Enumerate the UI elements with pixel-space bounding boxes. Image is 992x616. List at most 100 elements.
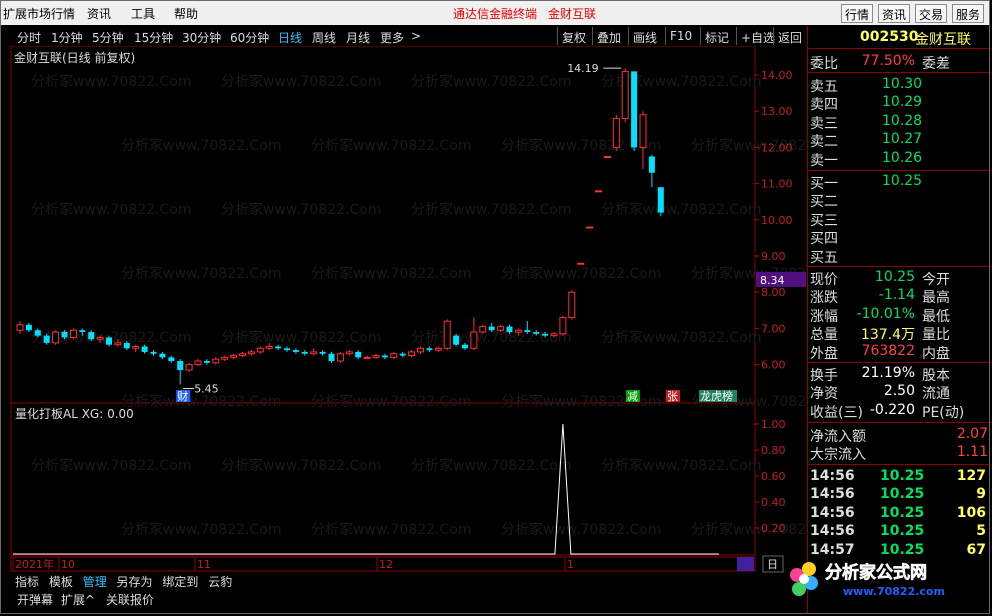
candle-body — [381, 355, 388, 358]
candle-body — [310, 351, 318, 355]
stat-row: 外盘 763822 内盘 — [810, 343, 989, 362]
stat-label: 涨跌 — [810, 290, 838, 307]
tick-price: 10.25 — [880, 504, 925, 521]
ask-price: 10.26 — [882, 149, 923, 166]
candle-body — [221, 356, 229, 360]
tf-1min[interactable]: 1分钟 — [51, 29, 83, 46]
service-button[interactable]: 服务 — [952, 4, 985, 23]
related-quote-toggle[interactable]: 关联报价 — [106, 591, 154, 608]
watermark-text: 分析家www.70822.Com — [121, 137, 281, 154]
indicator-tabs: 指标 模板 管理 另存为 绑定到 云豹 — [15, 573, 238, 590]
tab-cloud[interactable]: 云豹 — [208, 575, 232, 589]
stock-code: 002530 — [860, 29, 919, 45]
ask-row: 卖三 10.28 — [810, 112, 989, 132]
tab-save-as[interactable]: 另存为 — [117, 575, 153, 589]
tick-price: 10.25 — [880, 468, 925, 484]
weibi-value: 77.50% — [861, 53, 915, 69]
watermark-text: 分析家www.70822.Com — [31, 73, 191, 90]
overlay-button[interactable]: 叠加 — [592, 27, 625, 45]
tab-template[interactable]: 模板 — [49, 575, 73, 589]
stat2-label: 净资 — [810, 386, 838, 403]
candle-body — [470, 331, 478, 349]
watermark-text: 分析家www.70822.Com — [501, 521, 661, 538]
back-button[interactable]: 返回 — [773, 27, 806, 45]
tick-time: 14:56 — [810, 523, 855, 540]
date-axis-label: 1 — [567, 558, 574, 571]
tick-volume: 106 — [956, 504, 986, 521]
menu-help[interactable]: 帮助 — [174, 5, 198, 22]
watermark-text: 分析家www.70822.Com — [311, 137, 471, 154]
stock-header: 002530 金财互联 — [810, 29, 989, 48]
tab-bind-to[interactable]: 绑定到 — [162, 575, 198, 589]
candle-body — [319, 351, 326, 354]
candle-body — [96, 336, 104, 340]
candle-body — [488, 326, 495, 331]
adjust-button[interactable]: 复权 — [557, 27, 590, 45]
stat2-value: 21.19% — [861, 365, 915, 381]
tf-more[interactable]: 更多 — [380, 29, 404, 46]
stat-value: 137.4万 — [860, 327, 915, 344]
menu-bar: 扩展市场行情 资讯 工具 帮助 通达信金融终端 金财互联 行情 资讯 交易 服务 — [1, 1, 989, 25]
watermark-text: 分析家www.70822.Com — [411, 73, 571, 90]
candle-body — [292, 350, 299, 352]
candle-body — [194, 360, 202, 366]
candle-body — [434, 347, 442, 351]
chevron-right-icon[interactable]: > — [411, 29, 421, 43]
ask-label: 卖一 — [810, 152, 838, 169]
kline-chart-area[interactable]: 分析家www.70822.Com 分析家www.70822.Com 分析家www.7… — [1, 46, 807, 574]
watermark-text: 分析家www.70822.Com — [691, 521, 807, 538]
tick-volume: 127 — [956, 468, 986, 484]
indicator-axis-label: 0.80 — [761, 444, 786, 457]
candle-body — [497, 326, 505, 331]
f10-button[interactable]: F10 — [665, 27, 696, 45]
bid-price: 10.25 — [882, 173, 923, 189]
ask-price: 10.28 — [882, 112, 923, 129]
draw-line-button[interactable]: 画线 — [628, 27, 661, 45]
price-axis-label: 6.00 — [761, 359, 786, 372]
tab-manage[interactable]: 管理 — [83, 575, 107, 589]
tf-5min[interactable]: 5分钟 — [92, 29, 124, 46]
candle-body — [550, 333, 558, 337]
candle-body — [399, 353, 406, 356]
menu-tools[interactable]: 工具 — [131, 5, 155, 22]
bid-label: 买三 — [810, 212, 838, 229]
flow-label: 大宗流入 — [810, 447, 866, 464]
candle-body — [43, 335, 50, 343]
tf-15min[interactable]: 15分钟 — [134, 29, 173, 46]
watermark-text: 分析家www.70822.Com — [31, 201, 191, 218]
watermark-text: 分析家www.70822.Com — [501, 137, 661, 154]
logo-url: www.70822.com — [843, 585, 945, 598]
extend-toggle[interactable]: 扩展^ — [61, 591, 95, 608]
candle-body — [106, 337, 112, 345]
tab-indicator[interactable]: 指标 — [15, 575, 39, 589]
tf-60min[interactable]: 60分钟 — [230, 29, 269, 46]
trade-button[interactable]: 交易 — [915, 4, 948, 23]
flow-label: 净流入额 — [810, 429, 866, 445]
tick-row: 14:56 10.25 127 — [810, 468, 989, 486]
tf-daily[interactable]: 日线 — [278, 29, 302, 46]
tf-weekly[interactable]: 周线 — [312, 29, 336, 46]
tf-monthly[interactable]: 月线 — [346, 29, 370, 46]
candle-body — [559, 317, 567, 335]
watermark-text: 分析家www.70822.Com — [311, 521, 471, 538]
menu-extended-market[interactable]: 扩展市场行情 — [3, 5, 75, 22]
candle-body — [69, 329, 77, 338]
stat2-row: 收益(三) -0.220 PE(动) — [810, 402, 989, 421]
candle-body — [453, 335, 460, 345]
watermark-text: 分析家www.70822.Com — [311, 265, 471, 282]
danmu-toggle[interactable]: 开弹幕 — [17, 591, 53, 608]
mark-button[interactable]: 标记 — [700, 27, 733, 45]
tf-30min[interactable]: 30分钟 — [182, 29, 221, 46]
low-price-label: 5.45 — [194, 383, 219, 396]
stat-label-right: 最低 — [922, 308, 950, 325]
price-axis-label: 8.00 — [761, 286, 786, 299]
news-button[interactable]: 资讯 — [878, 4, 911, 23]
menu-news[interactable]: 资讯 — [87, 5, 111, 22]
status-tabs: 开弹幕 扩展^ 关联报价 — [1, 590, 807, 613]
bid-label: 买一 — [810, 176, 838, 192]
quote-button[interactable]: 行情 — [841, 4, 874, 23]
tf-intraday[interactable]: 分时 — [17, 29, 41, 46]
tick-time: 14:56 — [810, 504, 855, 521]
candle-body — [141, 346, 148, 352]
price-axis-label: 11.00 — [761, 178, 793, 191]
